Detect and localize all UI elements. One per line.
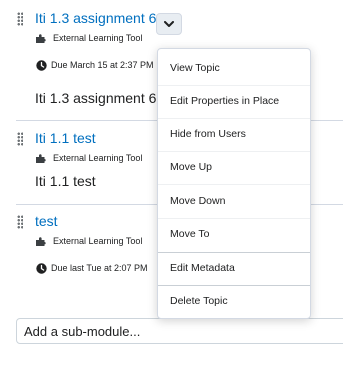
topic-description: Iti 1.3 assignment 6 (35, 90, 157, 106)
chevron-down-icon (164, 20, 174, 27)
menu-item-view-topic[interactable]: View Topic (158, 52, 310, 85)
menu-item-move-down[interactable]: Move Down (158, 185, 310, 218)
topic-description: Iti 1.1 test (35, 173, 96, 189)
topic-type: External Learning Tool (36, 152, 142, 164)
due-date: Due last Tue at 2:07 PM (36, 262, 148, 274)
topic-title-link[interactable]: test (35, 213, 58, 229)
puzzle-piece-icon (36, 34, 46, 44)
topic-context-menu: View Topic Edit Properties in Place Hide… (157, 48, 311, 319)
menu-item-edit-metadata[interactable]: Edit Metadata (158, 252, 310, 285)
menu-item-edit-properties[interactable]: Edit Properties in Place (158, 85, 310, 118)
topic-title-link[interactable]: Iti 1.3 assignment 6 (35, 10, 156, 26)
topic-type-label: External Learning Tool (53, 236, 143, 246)
puzzle-piece-icon (36, 154, 46, 164)
topic-menu-button[interactable] (156, 13, 182, 35)
drag-handle-icon[interactable] (17, 215, 23, 229)
due-date-label: Due March 15 at 2:37 PM (51, 60, 154, 70)
topic-type: External Learning Tool (36, 32, 142, 44)
clock-icon (36, 60, 47, 71)
topic-type-label: External Learning Tool (53, 33, 143, 43)
due-date: Due March 15 at 2:37 PM (36, 59, 154, 71)
topic-title-link[interactable]: Iti 1.1 test (35, 130, 96, 146)
menu-item-hide-from-users[interactable]: Hide from Users (158, 118, 310, 151)
topic-type-label: External Learning Tool (53, 153, 143, 163)
clock-icon (36, 263, 47, 274)
drag-handle-icon[interactable] (17, 132, 23, 146)
topic-type: External Learning Tool (36, 235, 142, 247)
menu-item-delete-topic[interactable]: Delete Topic (158, 285, 310, 318)
menu-item-move-to[interactable]: Move To (158, 218, 310, 251)
menu-item-move-up[interactable]: Move Up (158, 151, 310, 184)
drag-handle-icon[interactable] (17, 12, 23, 26)
add-sub-module-input[interactable]: Add a sub-module... (16, 318, 343, 344)
puzzle-piece-icon (36, 237, 46, 247)
due-date-label: Due last Tue at 2:07 PM (51, 263, 148, 273)
